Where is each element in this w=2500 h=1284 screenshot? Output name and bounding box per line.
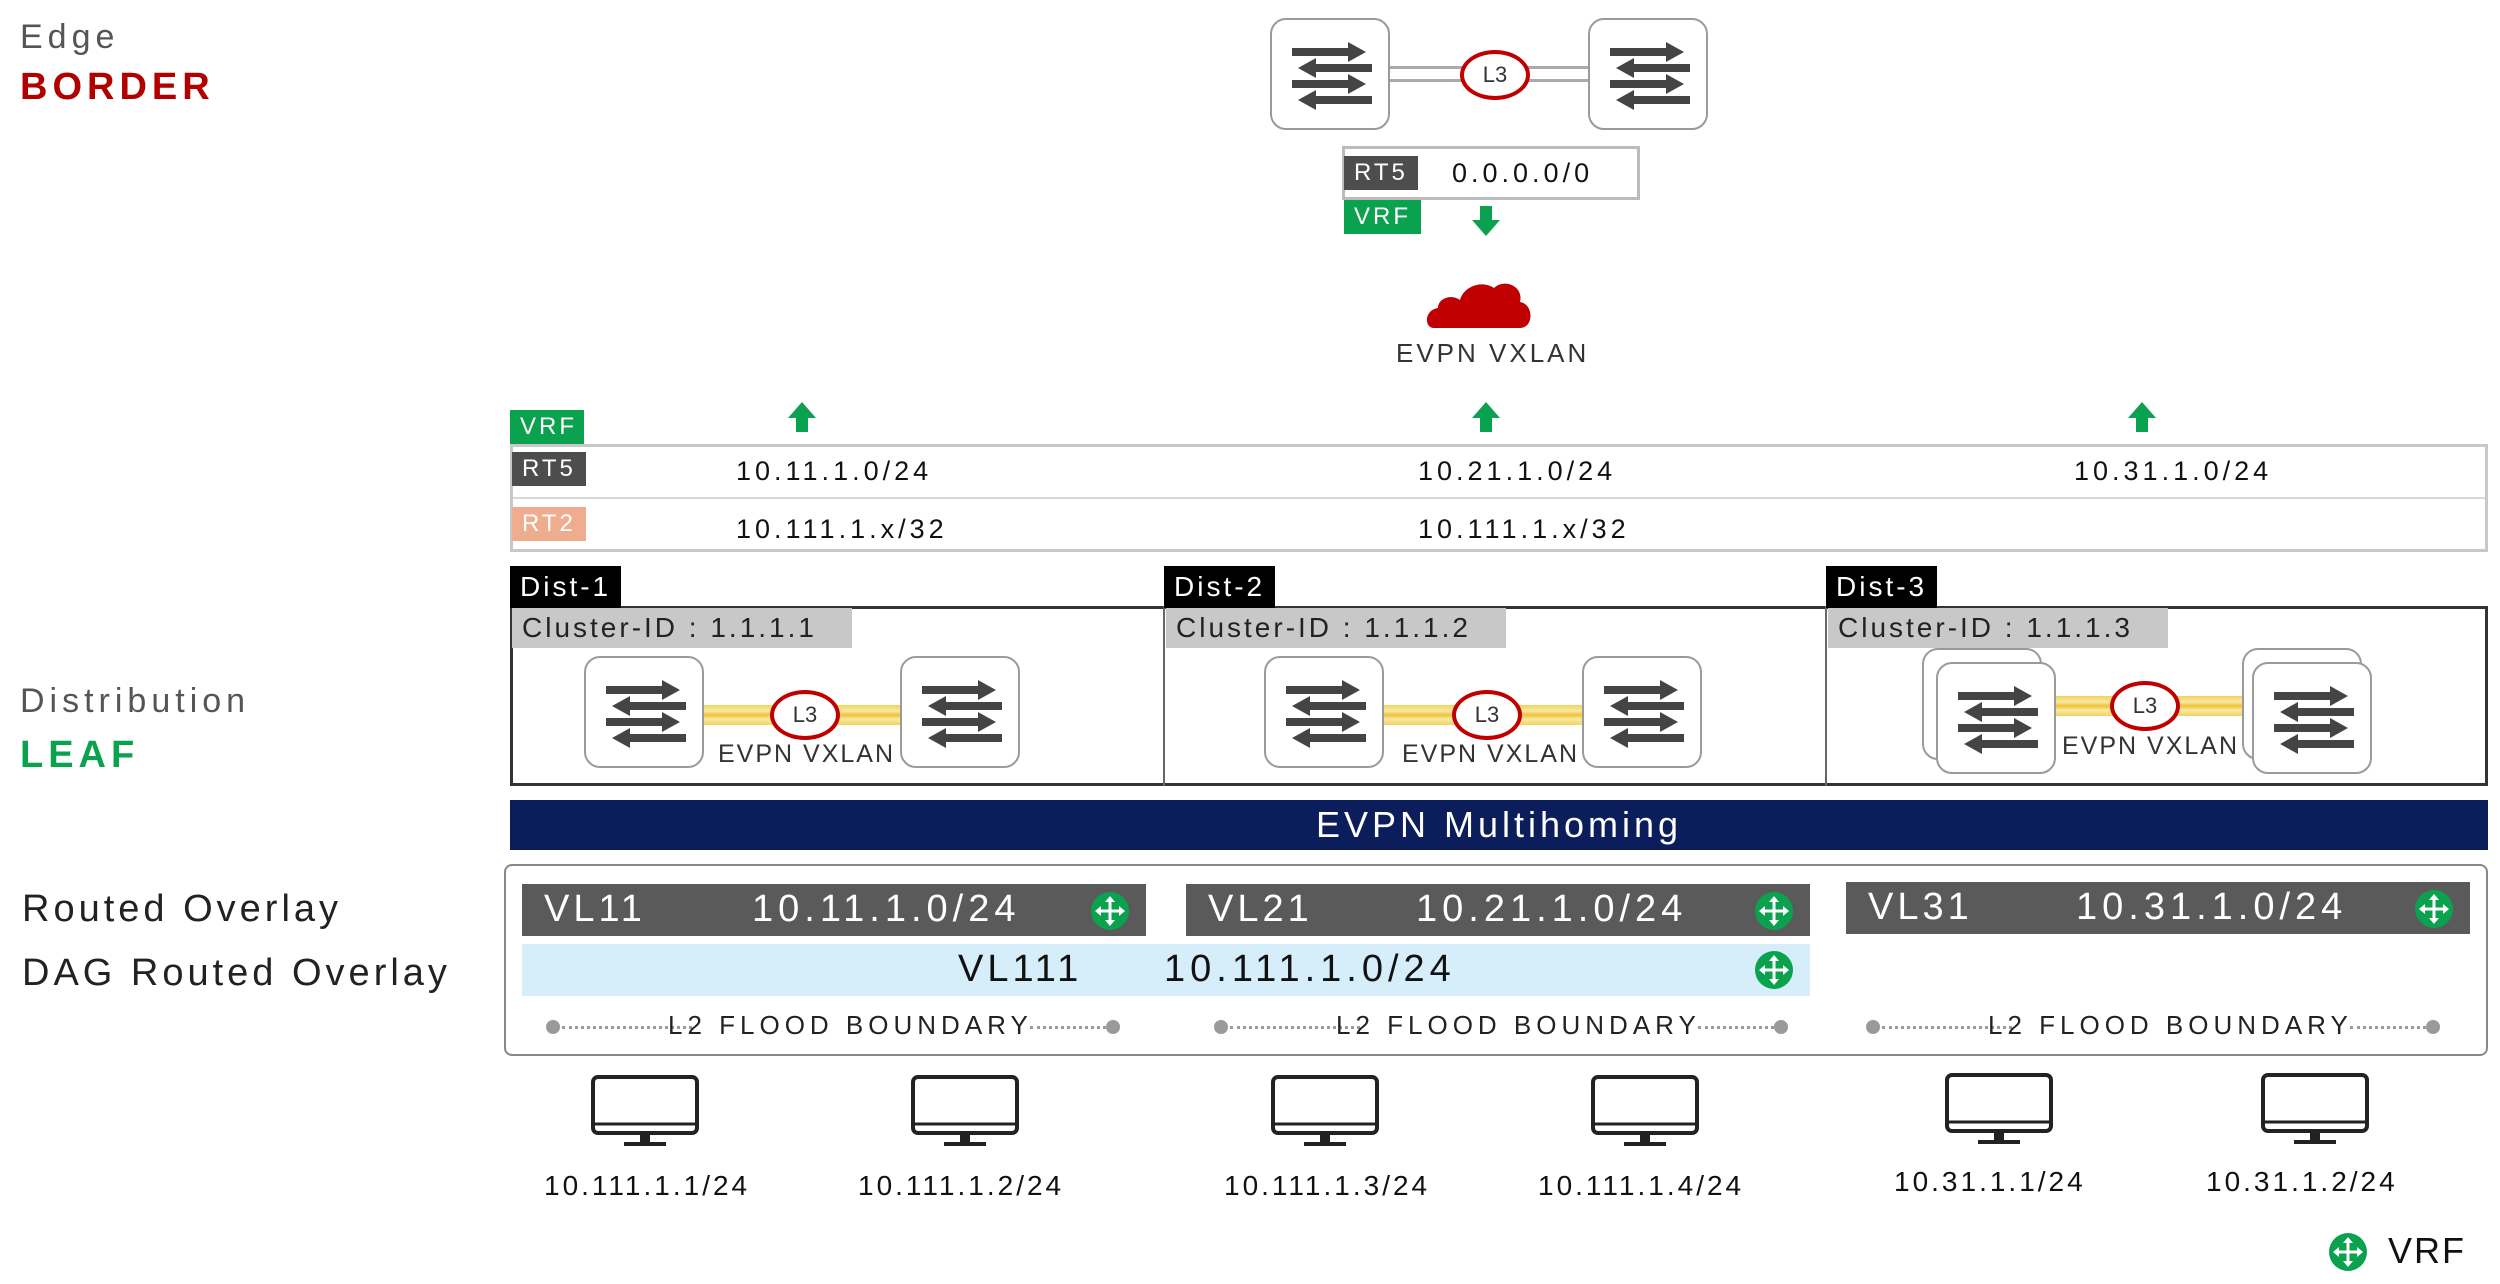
dist-1-l3-badge: L3 xyxy=(770,690,840,740)
routed-overlay-label: Routed Overlay xyxy=(22,888,343,930)
switch-icon xyxy=(1292,42,1372,110)
l2-flood-boundary: L2 FLOOD BOUNDARY xyxy=(546,1010,1120,1044)
flood-boundary-label: L2 FLOOD BOUNDARY xyxy=(668,1010,1033,1040)
vlan-name: VL31 xyxy=(1868,886,1973,928)
routes-divider xyxy=(513,497,2485,499)
vlan-network: 10.11.1.0/24 xyxy=(752,888,1021,930)
switch-icon xyxy=(2274,686,2354,754)
vrf-icon xyxy=(1091,892,1129,930)
border-l3-badge: L3 xyxy=(1460,50,1530,100)
host-ip-label: 10.31.1.1/24 xyxy=(1894,1166,2086,1197)
host-ip-label: 10.31.1.2/24 xyxy=(2206,1166,2398,1197)
vrf-icon xyxy=(1755,951,1793,989)
cluster-divider xyxy=(1163,606,1165,786)
edge-label: Edge xyxy=(20,18,120,56)
monitor-icon xyxy=(911,1075,1019,1146)
dist-2-fabric-label: EVPN VXLAN xyxy=(1402,740,1580,768)
host-ip-label: 10.111.1.3/24 xyxy=(1224,1170,1431,1201)
leaf-label: LEAF xyxy=(20,734,140,776)
vlan-network: 10.21.1.0/24 xyxy=(1416,888,1688,930)
routes-vrf-tag: VRF xyxy=(510,410,584,444)
dag-routed-overlay-label: DAG Routed Overlay xyxy=(22,952,451,994)
routes-rt2-tag: RT2 xyxy=(512,507,586,541)
rt5-route: 10.31.1.0/24 xyxy=(2074,456,2273,486)
monitor-icon xyxy=(1945,1073,2053,1144)
arrow-up-icon xyxy=(788,402,816,432)
routes-rt5-tag: RT5 xyxy=(512,452,586,486)
vlan-bar: VL31 10.31.1.0/24 xyxy=(1846,882,2470,934)
rt2-route: 10.111.1.x/32 xyxy=(736,514,948,544)
arrow-up-icon xyxy=(1472,402,1500,432)
host-ip-label: 10.111.1.4/24 xyxy=(1538,1170,1745,1201)
switch-icon xyxy=(1286,680,1366,748)
flood-boundary-label: L2 FLOOD BOUNDARY xyxy=(1336,1010,1701,1040)
host-ip-label: 10.111.1.1/24 xyxy=(544,1170,751,1201)
dag-bar: VL111 10.111.1.0/24 xyxy=(522,944,1810,996)
dist-2-switch-a[interactable] xyxy=(1264,656,1384,768)
monitor-icon xyxy=(591,1075,699,1146)
monitor-icon xyxy=(1271,1075,1379,1146)
vlan-network: 10.31.1.0/24 xyxy=(2076,886,2348,928)
dist-3-switch-b[interactable] xyxy=(2252,662,2372,774)
switch-icon xyxy=(1604,680,1684,748)
border-switch-2[interactable] xyxy=(1588,18,1708,130)
arrow-up-icon xyxy=(2128,402,2156,432)
dist-3-switch-a[interactable] xyxy=(1936,662,2056,774)
dist-2-switch-b[interactable] xyxy=(1582,656,1702,768)
dist-3-l3-badge: L3 xyxy=(2110,681,2180,731)
switch-icon xyxy=(1610,42,1690,110)
border-label: BORDER xyxy=(20,66,215,108)
dist-2-l3-badge: L3 xyxy=(1452,690,1522,740)
border-vrf-tag: VRF xyxy=(1344,200,1421,234)
border-cloud-label: EVPN VXLAN xyxy=(1396,338,1590,368)
vlan-bar: VL21 10.21.1.0/24 xyxy=(1186,884,1810,936)
arrow-down-icon xyxy=(1472,206,1500,236)
dist-1-cluster-id: Cluster-ID : 1.1.1.1 xyxy=(512,608,852,648)
vlan-name: VL21 xyxy=(1208,888,1313,930)
vrf-icon xyxy=(1755,892,1793,930)
rt2-route: 10.111.1.x/32 xyxy=(1418,514,1630,544)
monitor-icon xyxy=(1591,1075,1699,1146)
l2-flood-boundary: L2 FLOOD BOUNDARY xyxy=(1214,1010,1788,1044)
dist-1-tag: Dist-1 xyxy=(510,566,622,608)
dag-vlan-name: VL111 xyxy=(958,948,1083,990)
dist-1-switch-b[interactable] xyxy=(900,656,1020,768)
legend-vrf-label: VRF xyxy=(2388,1230,2466,1271)
vlan-bar: VL11 10.11.1.0/24 xyxy=(522,884,1146,936)
host-ip-label: 10.111.1.2/24 xyxy=(858,1170,1065,1201)
border-switch-1[interactable] xyxy=(1270,18,1390,130)
rt5-route: 10.21.1.0/24 xyxy=(1418,456,1617,486)
dist-3-cluster-id: Cluster-ID : 1.1.1.3 xyxy=(1828,608,2168,648)
evpn-multihoming-bar: EVPN Multihoming xyxy=(510,800,2488,850)
switch-icon xyxy=(606,680,686,748)
border-rt5-tag: RT5 xyxy=(1344,156,1418,190)
cloud-icon xyxy=(1426,283,1531,328)
cluster-divider xyxy=(1825,606,1827,786)
dist-1-fabric-label: EVPN VXLAN xyxy=(718,740,896,768)
distribution-label: Distribution xyxy=(20,682,251,720)
dist-2-cluster-id: Cluster-ID : 1.1.1.2 xyxy=(1166,608,1506,648)
flood-boundary-label: L2 FLOOD BOUNDARY xyxy=(1988,1010,2353,1040)
border-rt5-route: 0.0.0.0/0 xyxy=(1452,158,1594,188)
switch-icon xyxy=(1958,686,2038,754)
dist-3-fabric-label: EVPN VXLAN xyxy=(2062,732,2240,760)
monitor-icon xyxy=(2261,1073,2369,1144)
l2-flood-boundary: L2 FLOOD BOUNDARY xyxy=(1866,1010,2440,1044)
vrf-icon xyxy=(2329,1233,2367,1271)
vrf-icon xyxy=(2415,890,2453,928)
dist-3-tag: Dist-3 xyxy=(1826,566,1938,608)
dist-1-switch-a[interactable] xyxy=(584,656,704,768)
vlan-name: VL11 xyxy=(544,888,646,930)
dist-2-tag: Dist-2 xyxy=(1164,566,1276,608)
switch-icon xyxy=(922,680,1002,748)
dag-vlan-network: 10.111.1.0/24 xyxy=(1164,948,1456,990)
rt5-route: 10.11.1.0/24 xyxy=(736,456,933,486)
